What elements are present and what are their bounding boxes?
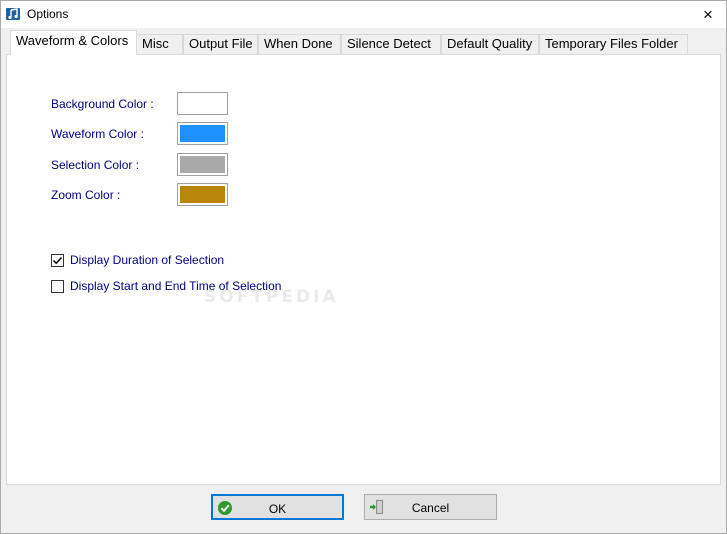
cancel-button[interactable]: Cancel bbox=[364, 494, 497, 520]
close-button[interactable]: × bbox=[690, 1, 726, 28]
close-icon: × bbox=[703, 5, 713, 24]
ok-label: OK bbox=[268, 502, 287, 516]
selection-color-fill bbox=[180, 156, 225, 173]
tab-temporary-files-folder[interactable]: Temporary Files Folder bbox=[539, 34, 688, 54]
tab-misc[interactable]: Misc bbox=[136, 34, 183, 54]
waveform-color-label: Waveform Color : bbox=[51, 127, 144, 141]
tab-label: Waveform & Colors bbox=[16, 33, 129, 48]
display-duration-option[interactable]: Display Duration of Selection bbox=[51, 253, 224, 267]
tab-label: Output File bbox=[189, 36, 253, 51]
tab-when-done[interactable]: When Done bbox=[258, 34, 341, 54]
waveform-color-swatch[interactable] bbox=[177, 122, 228, 145]
window-title: Options bbox=[27, 7, 69, 21]
options-window: Options × Waveform & Colors Misc Output … bbox=[0, 0, 727, 534]
zoom-color-fill bbox=[180, 186, 225, 203]
background-color-fill bbox=[180, 95, 225, 112]
display-start-end-checkbox[interactable] bbox=[51, 279, 64, 293]
background-color-swatch[interactable] bbox=[177, 92, 228, 115]
tab-label: Silence Detect bbox=[347, 36, 431, 51]
zoom-color-swatch[interactable] bbox=[177, 183, 228, 206]
tab-panel-waveform-colors: Background Color : Waveform Color : Sele… bbox=[6, 54, 721, 485]
tab-label: Default Quality bbox=[447, 36, 533, 51]
tab-silence-detect[interactable]: Silence Detect bbox=[341, 34, 441, 54]
display-duration-checkbox[interactable] bbox=[51, 253, 64, 267]
waveform-color-fill bbox=[180, 125, 225, 142]
tab-label: Temporary Files Folder bbox=[545, 36, 678, 51]
ok-button[interactable]: OK bbox=[211, 494, 344, 520]
checkmark-icon bbox=[52, 256, 63, 264]
watermark: SOFTPEDIA bbox=[204, 287, 339, 307]
zoom-color-label: Zoom Color : bbox=[51, 188, 121, 202]
display-duration-label: Display Duration of Selection bbox=[70, 253, 225, 267]
tab-default-quality[interactable]: Default Quality bbox=[441, 34, 539, 54]
tab-strip: Waveform & Colors Misc Output File When … bbox=[10, 30, 690, 55]
title-bar: Options × bbox=[1, 1, 726, 28]
tab-label: Misc bbox=[142, 36, 169, 51]
tab-output-file[interactable]: Output File bbox=[183, 34, 258, 54]
selection-color-label: Selection Color : bbox=[51, 158, 140, 172]
music-note-icon bbox=[5, 6, 21, 22]
cancel-label: Cancel bbox=[411, 501, 450, 515]
tab-label: When Done bbox=[264, 36, 333, 51]
background-color-label: Background Color : bbox=[51, 97, 154, 111]
selection-color-swatch[interactable] bbox=[177, 153, 228, 176]
tab-waveform-colors[interactable]: Waveform & Colors bbox=[10, 30, 137, 55]
